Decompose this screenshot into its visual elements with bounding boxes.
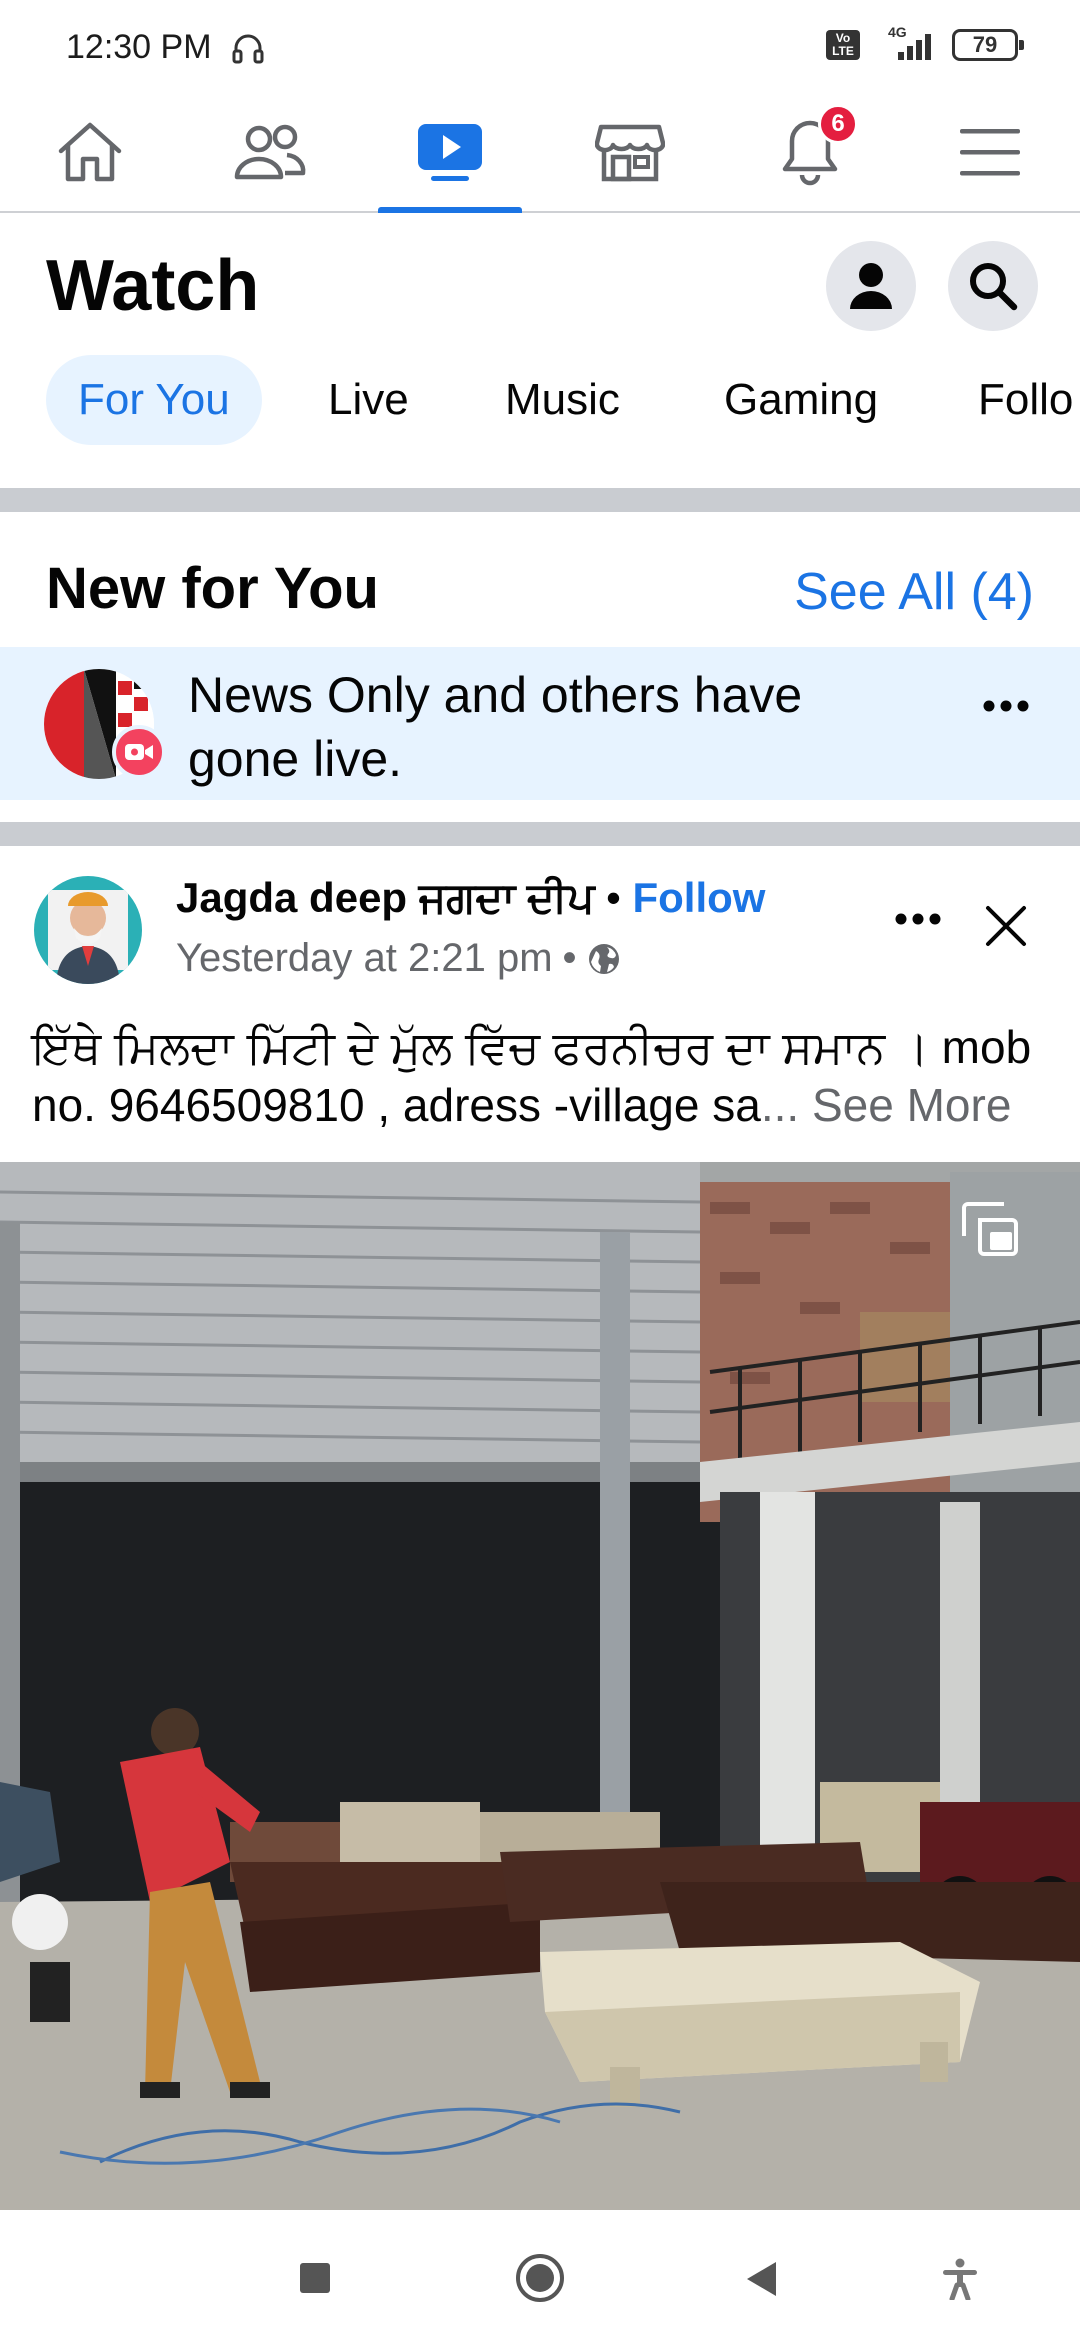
profile-button[interactable] <box>826 241 916 331</box>
battery-level: 79 <box>972 32 998 57</box>
search-icon <box>970 263 1018 311</box>
watch-tabs: For You Live Music Gaming Follo <box>0 355 1080 455</box>
tab-following[interactable]: Follo <box>946 355 1080 445</box>
section-divider <box>0 822 1080 846</box>
back-icon[interactable] <box>744 2260 780 2298</box>
nav-watch[interactable] <box>360 92 540 213</box>
post-header: Jagda deep ਜਗਦਾ ਦੀਪ • Follow <box>176 874 765 923</box>
post-video[interactable] <box>0 1162 1080 2210</box>
accessibility-icon[interactable] <box>941 2258 979 2300</box>
nav-friends[interactable] <box>180 92 360 211</box>
post-timestamp[interactable]: Yesterday at 2:21 pm <box>176 936 553 981</box>
battery-icon: 79 <box>952 29 1024 61</box>
live-notification-item[interactable]: News Only and others have gone live. <box>0 647 1080 800</box>
hide-post-button[interactable] <box>984 904 1028 953</box>
nav-notifications[interactable]: 6 <box>720 92 900 211</box>
status-time: 12:30 PM <box>66 28 212 66</box>
menu-icon <box>960 128 1020 175</box>
new-for-you-title: New for You <box>46 556 379 621</box>
follow-button[interactable]: Follow <box>632 874 765 921</box>
notification-more-button[interactable] <box>982 699 1030 718</box>
status-indicators: Vo LTE 4G 79 <box>826 24 1024 62</box>
see-more-link[interactable]: See More <box>812 1079 1011 1131</box>
see-all-link[interactable]: See All (4) <box>794 562 1034 622</box>
nav-marketplace[interactable] <box>540 92 720 211</box>
tab-live[interactable]: Live <box>296 355 441 445</box>
section-divider <box>0 488 1080 512</box>
page-title: Watch <box>46 246 260 326</box>
post-author-name[interactable]: Jagda deep ਜਗਦਾ ਦੀਪ <box>176 874 594 921</box>
close-icon <box>986 906 1026 946</box>
post-text: ਇੱਥੇ ਮਿਲਦਾ ਮਿੱਟੀ ਦੇ ਮੁੱਲ ਵਿੱਚ ਫਰਨੀਚਰ ਦਾ … <box>32 1018 1052 1134</box>
signal-icon: 4G <box>874 24 938 62</box>
picture-in-picture-icon[interactable] <box>960 1202 1020 1258</box>
post-ellipsis: ... <box>760 1079 812 1131</box>
tab-music[interactable]: Music <box>473 355 652 445</box>
notification-badge: 6 <box>818 104 858 144</box>
recents-icon[interactable] <box>299 2262 331 2294</box>
person-icon <box>850 263 892 309</box>
tab-gaming[interactable]: Gaming <box>692 355 910 445</box>
status-bar: 12:30 PM Vo LTE 4G 79 <box>0 0 1080 92</box>
tab-for-you[interactable]: For You <box>46 355 262 445</box>
post-meta: Yesterday at 2:21 pm • <box>176 936 621 981</box>
home-icon <box>58 122 122 181</box>
header-separator: • <box>594 874 633 921</box>
marketplace-icon <box>595 124 665 181</box>
nav-menu[interactable] <box>900 92 1080 211</box>
top-nav: 6 <box>0 92 1080 213</box>
live-notification-text: News Only and others have gone live. <box>188 667 803 787</box>
search-button[interactable] <box>948 241 1038 331</box>
more-icon <box>895 913 941 925</box>
more-icon <box>983 700 1029 712</box>
headset-icon <box>232 34 264 64</box>
globe-icon <box>588 943 619 974</box>
meta-separator: • <box>562 936 577 980</box>
volte-icon: Vo LTE <box>826 30 860 60</box>
watch-icon <box>418 123 482 181</box>
friends-icon <box>234 124 306 179</box>
live-video-icon <box>112 725 166 779</box>
home-circle-icon[interactable] <box>514 2252 566 2304</box>
post-author-avatar[interactable] <box>34 876 142 984</box>
post-more-button[interactable] <box>894 912 942 931</box>
nav-home[interactable] <box>0 92 180 211</box>
android-navigation-bar <box>0 2210 1080 2340</box>
watch-header: Watch <box>0 215 1080 345</box>
